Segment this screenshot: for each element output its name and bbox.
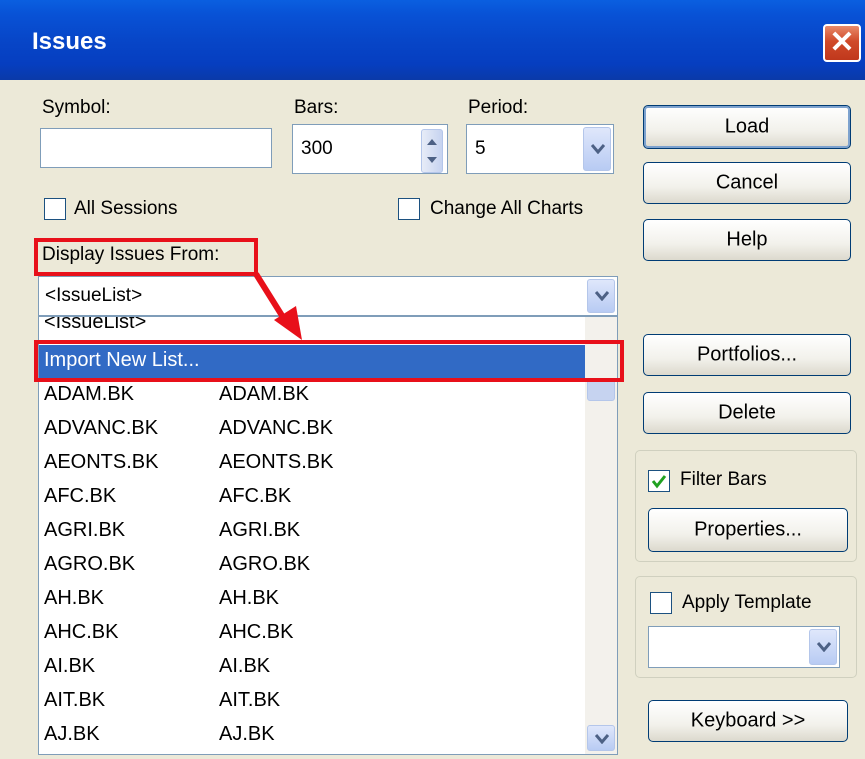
list-item-symbol: ADAM.BK — [44, 383, 135, 405]
annotation-box-import-new-list — [34, 340, 624, 382]
period-label: Period: — [468, 97, 529, 118]
filter-bars-checkbox[interactable] — [648, 470, 670, 492]
list-item-symbol: AHC.BK — [44, 621, 119, 643]
list-item-name: ADVANC.BK — [219, 417, 334, 439]
list-item-symbol: AJ.BK — [44, 723, 100, 745]
list-item-name: AH.BK — [219, 587, 280, 609]
list-item-name: AEONTS.BK — [219, 451, 334, 473]
display-issues-from-value: <IssueList> — [45, 285, 143, 306]
template-dropdown-button[interactable] — [809, 629, 837, 665]
list-item-name: AFC.BK — [219, 485, 292, 507]
portfolios-button[interactable]: Portfolios... — [643, 334, 851, 376]
change-all-charts-label: Change All Charts — [430, 198, 584, 219]
chevron-down-icon — [595, 291, 609, 301]
list-item-symbol: AFC.BK — [44, 485, 117, 507]
window-title: Issues — [32, 28, 107, 55]
list-item[interactable]: AFC.BK AFC.BK — [39, 481, 584, 515]
list-item[interactable]: AH.BK AH.BK — [39, 583, 584, 617]
list-item-symbol: AGRO.BK — [44, 553, 136, 575]
title-bar: Issues ✕ — [0, 0, 865, 80]
bars-label: Bars: — [294, 97, 339, 118]
list-item[interactable]: AHC.BK AHC.BK — [39, 617, 584, 651]
close-button[interactable]: ✕ — [823, 24, 861, 62]
all-sessions-checkbox[interactable] — [44, 198, 66, 220]
list-item-symbol: AI.BK — [44, 655, 96, 677]
load-button[interactable]: Load — [643, 105, 851, 149]
spin-up-icon — [427, 139, 437, 145]
list-item-symbol: AIT.BK — [44, 689, 106, 711]
scroll-down-button[interactable] — [587, 725, 615, 751]
checkmark-icon — [651, 475, 667, 489]
list-item-name: AIT.BK — [219, 689, 281, 711]
filter-bars-label: Filter Bars — [680, 469, 767, 490]
chevron-down-icon — [591, 144, 605, 154]
chevron-down-icon — [817, 642, 831, 652]
bars-spinner[interactable]: 300 — [292, 124, 448, 174]
arrow-annotation — [253, 272, 302, 340]
list-item[interactable]: ADVANC.BK ADVANC.BK — [39, 413, 584, 447]
period-select[interactable]: 5 — [466, 124, 614, 174]
cancel-button[interactable]: Cancel — [643, 162, 851, 204]
apply-template-checkbox[interactable] — [650, 592, 672, 614]
list-item-symbol: AEONTS.BK — [44, 451, 159, 473]
close-icon: ✕ — [829, 26, 855, 59]
list-item-name: AGRO.BK — [219, 553, 311, 575]
list-item[interactable]: AGRI.BK AGRI.BK — [39, 515, 584, 549]
list-item[interactable]: AI.BK AI.BK — [39, 651, 584, 685]
list-item-symbol: AGRI.BK — [44, 519, 126, 541]
all-sessions-label: All Sessions — [74, 198, 178, 219]
bars-spin-buttons[interactable] — [421, 129, 443, 173]
scrollbar-thumb[interactable] — [587, 379, 615, 401]
list-item-name: ADAM.BK — [219, 383, 310, 405]
issues-dropdown-button[interactable] — [587, 279, 615, 313]
period-value: 5 — [475, 138, 486, 159]
list-item[interactable]: AIT.BK AIT.BK — [39, 685, 584, 719]
properties-button[interactable]: Properties... — [648, 508, 848, 552]
list-scrollbar[interactable] — [585, 317, 617, 754]
list-item-symbol: AH.BK — [44, 587, 105, 609]
chevron-down-icon — [595, 734, 609, 744]
list-item-name: AHC.BK — [219, 621, 294, 643]
apply-template-label: Apply Template — [682, 592, 812, 613]
spin-down-icon — [427, 157, 437, 163]
symbol-input[interactable] — [40, 128, 272, 168]
delete-button[interactable]: Delete — [643, 392, 851, 434]
list-item[interactable]: AEONTS.BK AEONTS.BK — [39, 447, 584, 481]
symbol-label: Symbol: — [42, 97, 111, 118]
list-item[interactable]: AJ.BK AJ.BK — [39, 719, 584, 753]
annotation-box-display-issues — [34, 238, 258, 276]
change-all-charts-checkbox[interactable] — [398, 198, 420, 220]
period-dropdown-button[interactable] — [583, 127, 611, 171]
help-button[interactable]: Help — [643, 219, 851, 261]
list-item-name: AI.BK — [219, 655, 271, 677]
keyboard-button[interactable]: Keyboard >> — [648, 700, 848, 742]
display-issues-from-select[interactable]: <IssueList> — [38, 276, 618, 316]
issues-dialog: Issues ✕ Symbol: Bars: 300 Period: 5 All… — [0, 0, 865, 759]
list-item-name: AGRI.BK — [219, 519, 301, 541]
list-item-symbol: ADVANC.BK — [44, 417, 159, 439]
template-select[interactable] — [648, 626, 840, 668]
list-item[interactable]: AGRO.BK AGRO.BK — [39, 549, 584, 583]
list-item[interactable]: ADAM.BK ADAM.BK — [39, 379, 584, 413]
list-item-name: AJ.BK — [219, 723, 275, 745]
bars-value: 300 — [301, 138, 333, 159]
